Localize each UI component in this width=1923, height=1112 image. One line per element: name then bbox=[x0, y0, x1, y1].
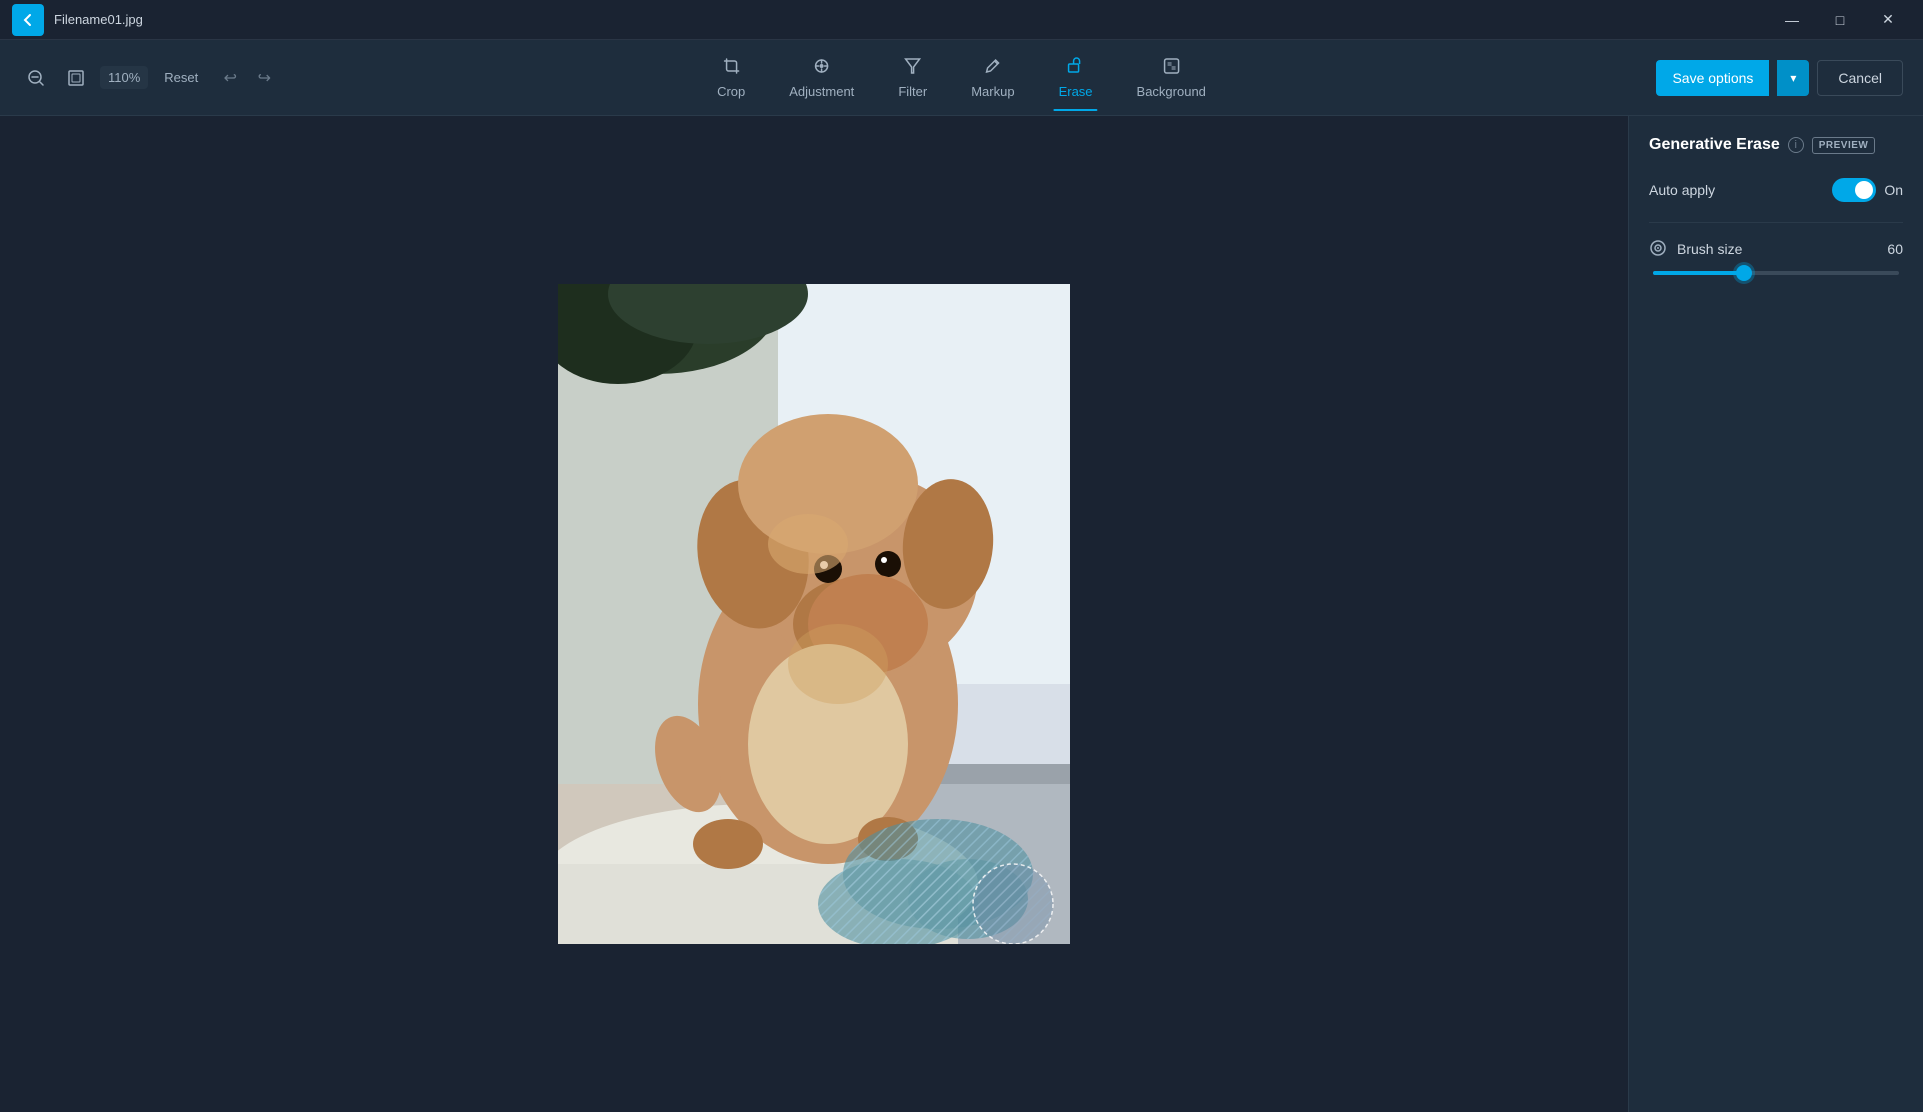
slider-thumb[interactable] bbox=[1736, 265, 1752, 281]
toolbar-left: 110% Reset ↩ ↪ bbox=[20, 62, 280, 94]
auto-apply-toggle[interactable] bbox=[1832, 178, 1876, 202]
background-icon bbox=[1162, 57, 1180, 80]
toolbar-tool-adjustment[interactable]: Adjustment bbox=[769, 49, 874, 107]
reset-button[interactable]: Reset bbox=[156, 66, 206, 89]
save-options-button[interactable]: Save options bbox=[1656, 60, 1769, 96]
minimize-button[interactable]: — bbox=[1769, 4, 1815, 36]
cancel-button[interactable]: Cancel bbox=[1817, 60, 1903, 96]
erase-label: Erase bbox=[1059, 84, 1093, 99]
chevron-down-icon: ▾ bbox=[1790, 71, 1796, 85]
toolbar: 110% Reset ↩ ↪ Crop bbox=[0, 40, 1923, 116]
slider-fill bbox=[1653, 271, 1744, 275]
toggle-track bbox=[1832, 178, 1876, 202]
info-icon[interactable]: i bbox=[1788, 137, 1804, 153]
window-controls: — □ ✕ bbox=[1769, 4, 1911, 36]
divider bbox=[1649, 222, 1903, 223]
toolbar-tool-filter[interactable]: Filter bbox=[878, 49, 947, 107]
zoom-level: 110% bbox=[100, 66, 148, 89]
panel-header: Generative Erase i PREVIEW bbox=[1649, 136, 1903, 154]
undo-button[interactable]: ↩ bbox=[214, 62, 246, 94]
fit-button[interactable] bbox=[60, 62, 92, 94]
brush-size-row: Brush size 60 bbox=[1649, 239, 1903, 259]
brush-size-icon bbox=[1649, 239, 1669, 259]
back-button[interactable] bbox=[12, 4, 44, 36]
image-container bbox=[558, 284, 1070, 944]
markup-icon bbox=[984, 57, 1002, 80]
panel-title: Generative Erase bbox=[1649, 136, 1780, 154]
right-panel: Generative Erase i PREVIEW Auto apply On bbox=[1628, 116, 1923, 1112]
crop-icon bbox=[722, 57, 740, 80]
erase-icon bbox=[1067, 57, 1085, 80]
zoom-out-button[interactable] bbox=[20, 62, 52, 94]
filename-label: Filename01.jpg bbox=[54, 12, 143, 27]
toolbar-tool-crop[interactable]: Crop bbox=[697, 49, 765, 107]
maximize-button[interactable]: □ bbox=[1817, 4, 1863, 36]
main-content: Generative Erase i PREVIEW Auto apply On bbox=[0, 116, 1923, 1112]
slider-track[interactable] bbox=[1653, 271, 1899, 275]
toolbar-tool-background[interactable]: Background bbox=[1117, 49, 1226, 107]
filter-icon bbox=[904, 57, 922, 80]
toggle-container: On bbox=[1832, 178, 1903, 202]
toolbar-tool-markup[interactable]: Markup bbox=[951, 49, 1034, 107]
filter-label: Filter bbox=[898, 84, 927, 99]
title-bar: Filename01.jpg — □ ✕ bbox=[0, 0, 1923, 40]
adjustment-label: Adjustment bbox=[789, 84, 854, 99]
auto-apply-row: Auto apply On bbox=[1649, 178, 1903, 202]
markup-label: Markup bbox=[971, 84, 1014, 99]
close-button[interactable]: ✕ bbox=[1865, 4, 1911, 36]
undo-redo-group: ↩ ↪ bbox=[214, 62, 280, 94]
toggle-on-label: On bbox=[1884, 182, 1903, 198]
crop-label: Crop bbox=[717, 84, 745, 99]
canvas-area[interactable] bbox=[0, 116, 1628, 1112]
preview-badge: PREVIEW bbox=[1812, 137, 1876, 154]
toolbar-center-tools: Crop Adjustment Filter bbox=[697, 49, 1226, 107]
photo-canvas bbox=[558, 284, 1070, 944]
save-options-dropdown-button[interactable]: ▾ bbox=[1777, 60, 1809, 96]
auto-apply-label: Auto apply bbox=[1649, 182, 1715, 198]
toggle-thumb bbox=[1855, 181, 1873, 199]
toolbar-tool-erase[interactable]: Erase bbox=[1039, 49, 1113, 107]
brush-size-label: Brush size bbox=[1677, 241, 1887, 257]
adjustment-icon bbox=[813, 57, 831, 80]
redo-button[interactable]: ↪ bbox=[248, 62, 280, 94]
toolbar-right: Save options ▾ Cancel bbox=[1656, 60, 1903, 96]
brush-size-value: 60 bbox=[1887, 241, 1903, 257]
brush-size-slider[interactable] bbox=[1649, 271, 1903, 275]
background-label: Background bbox=[1137, 84, 1206, 99]
